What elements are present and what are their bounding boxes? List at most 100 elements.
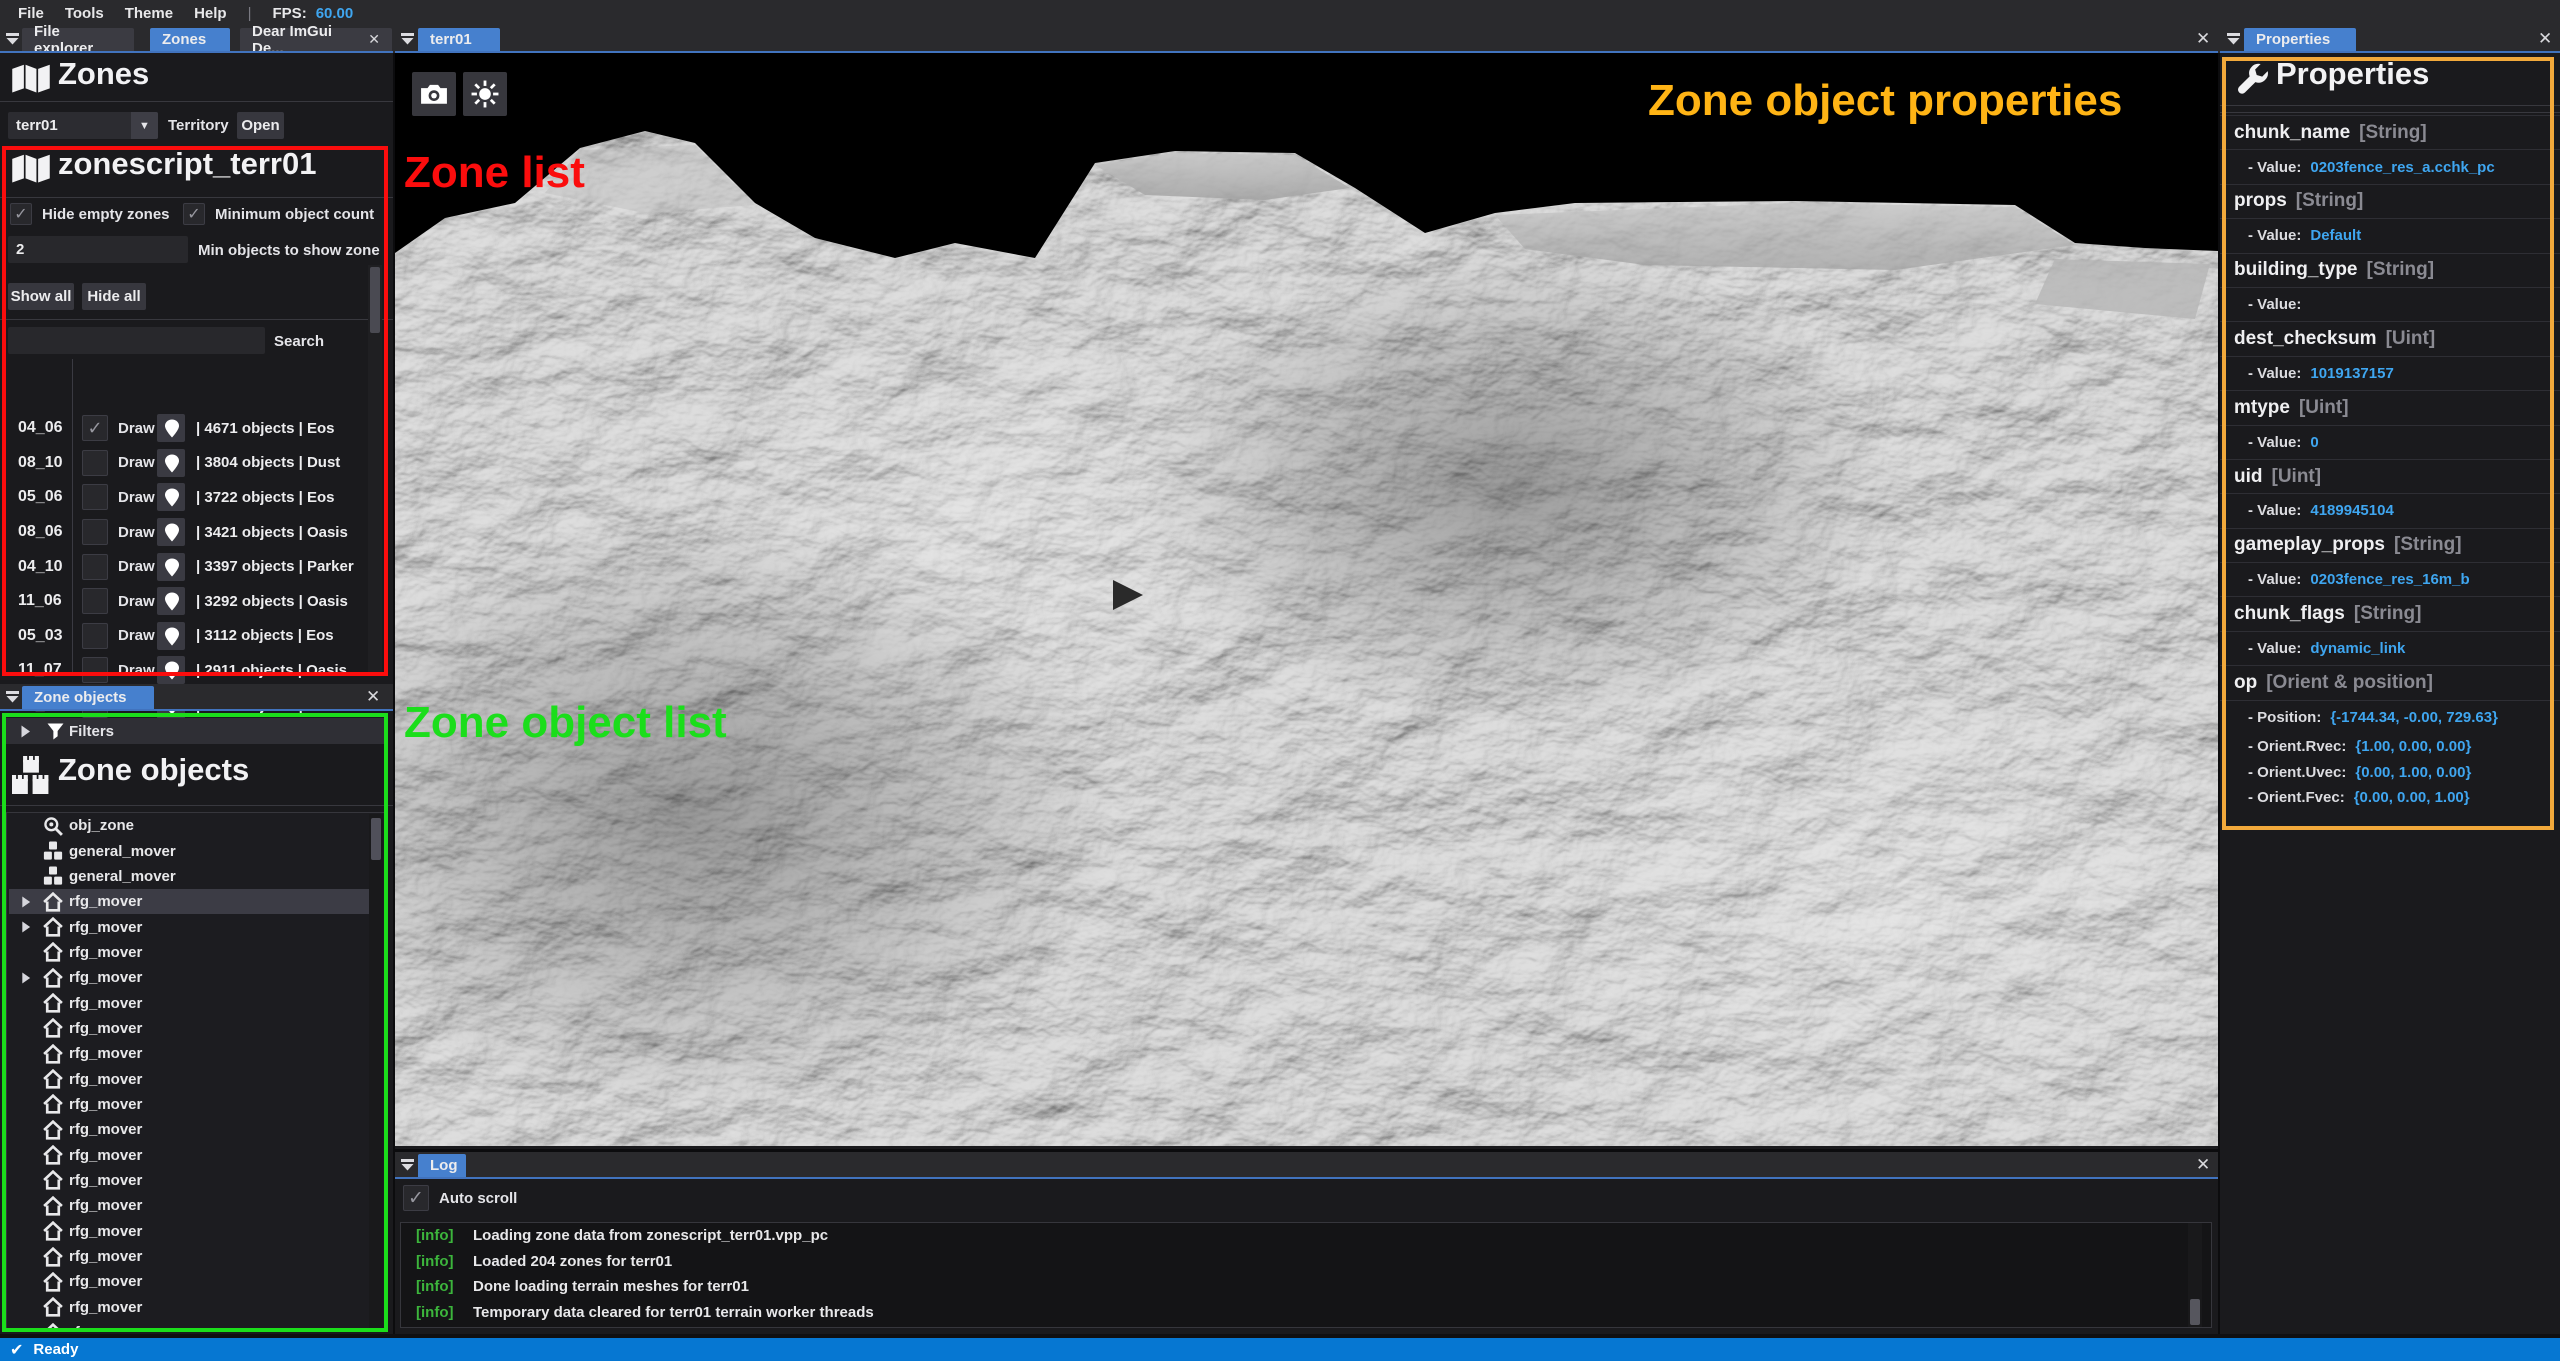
tab-file-explorer[interactable]: File explorer xyxy=(22,28,134,51)
property-name-row[interactable]: gameplay_props[String] xyxy=(2220,528,2560,562)
tab-terr01[interactable]: terr01 xyxy=(418,28,500,51)
tab-dear-imgui-demo[interactable]: Dear ImGui De... ✕ xyxy=(240,28,392,51)
zone-object-row[interactable]: rfg_mover xyxy=(7,1066,386,1091)
property-value-row[interactable]: - Orient.Uvec:{0.00, 1.00, 0.00} xyxy=(2220,759,2560,784)
property-value-row[interactable]: - Value:0 xyxy=(2220,425,2560,459)
close-icon[interactable]: ✕ xyxy=(366,688,380,706)
scrollbar-thumb[interactable] xyxy=(371,818,381,860)
zone-table-row[interactable]: 04_10Draw| 3397 objects | Parker xyxy=(0,549,362,584)
menu-tools[interactable]: Tools xyxy=(65,5,104,22)
menu-file[interactable]: File xyxy=(18,5,44,22)
scrollbar-thumb[interactable] xyxy=(370,267,380,333)
show-all-button[interactable]: Show all xyxy=(8,283,74,310)
property-value-row[interactable]: - Position:{-1744.34, -0.00, 729.63} xyxy=(2220,700,2560,734)
tab-zone-objects[interactable]: Zone objects xyxy=(22,686,154,709)
collapse-menu-icon[interactable] xyxy=(400,31,415,46)
zone-object-row[interactable]: rfg_mover xyxy=(7,889,386,914)
zone-object-row[interactable]: rfg_mover xyxy=(7,1168,386,1193)
property-name-row[interactable]: uid[Uint] xyxy=(2220,459,2560,493)
zone-draw-checkbox[interactable] xyxy=(82,554,108,580)
zone-draw-checkbox[interactable]: ✓ xyxy=(82,415,108,441)
zone-pin-button[interactable] xyxy=(157,483,185,511)
zone-object-row[interactable]: general_mover xyxy=(7,864,386,889)
zone-object-row[interactable]: rfg_mover xyxy=(7,1041,386,1066)
zone-table-row[interactable]: 08_06Draw| 3421 objects | Oasis xyxy=(0,515,362,550)
zone-object-row[interactable]: general_mover xyxy=(7,838,386,863)
menu-theme[interactable]: Theme xyxy=(125,5,173,22)
zone-object-row[interactable]: rfg_mover xyxy=(7,990,386,1015)
zone-pin-button[interactable] xyxy=(157,518,185,546)
tab-log[interactable]: Log xyxy=(418,1154,466,1177)
zone-table-row[interactable]: 11_07Draw| 2911 objects | Oasis xyxy=(0,653,362,688)
close-icon[interactable]: ✕ xyxy=(368,31,380,48)
chevron-right-icon[interactable] xyxy=(20,725,31,738)
zone-pin-button[interactable] xyxy=(157,587,185,615)
terrain-viewport[interactable] xyxy=(395,53,2218,1146)
collapse-menu-icon[interactable] xyxy=(5,31,20,46)
zone-table-row[interactable]: 05_06Draw| 3722 objects | Eos xyxy=(0,480,362,515)
zone-object-row[interactable]: rfg_mover xyxy=(7,1295,386,1320)
zone-pin-button[interactable] xyxy=(157,622,185,650)
menu-help[interactable]: Help xyxy=(194,5,227,22)
zone-object-row[interactable]: rfg_mover xyxy=(7,965,386,990)
zone-object-row[interactable]: rfg_mover xyxy=(7,1320,386,1330)
zone-pin-button[interactable] xyxy=(157,449,185,477)
property-value-row[interactable]: - Orient.Rvec:{1.00, 0.00, 0.00} xyxy=(2220,734,2560,759)
scrollbar-thumb[interactable] xyxy=(2190,1299,2200,1325)
zone-object-row[interactable]: rfg_mover xyxy=(7,1092,386,1117)
chevron-right-icon[interactable] xyxy=(21,921,33,933)
zone-table-row[interactable]: 05_03Draw| 3112 objects | Eos xyxy=(0,619,362,654)
zone-object-row[interactable]: rfg_mover xyxy=(7,1142,386,1167)
filters-header[interactable]: Filters xyxy=(6,718,386,744)
zone-object-row[interactable]: rfg_mover xyxy=(7,1193,386,1218)
collapse-menu-icon[interactable] xyxy=(2226,31,2241,46)
close-icon[interactable]: ✕ xyxy=(2538,30,2552,48)
collapse-menu-icon[interactable] xyxy=(5,689,20,704)
zone-pin-button[interactable] xyxy=(157,414,185,442)
property-value-row[interactable]: - Value:Default xyxy=(2220,218,2560,252)
zone-object-row[interactable]: rfg_mover xyxy=(7,1016,386,1041)
scene-settings-button[interactable] xyxy=(463,72,507,116)
auto-scroll-checkbox[interactable]: ✓ xyxy=(403,1185,429,1211)
property-name-row[interactable]: building_type[String] xyxy=(2220,253,2560,287)
zone-table-row[interactable]: 11_06Draw| 3292 objects | Oasis xyxy=(0,584,362,619)
zone-object-row[interactable]: rfg_mover xyxy=(7,940,386,965)
property-name-row[interactable]: chunk_flags[String] xyxy=(2220,596,2560,630)
zone-object-row[interactable]: rfg_mover xyxy=(7,1269,386,1294)
zone-object-row[interactable]: rfg_mover xyxy=(7,1117,386,1142)
hide-empty-zones-checkbox[interactable]: ✓ xyxy=(10,203,32,225)
close-icon[interactable]: ✕ xyxy=(2196,30,2210,48)
log-scrollbar[interactable] xyxy=(2188,1223,2202,1327)
zone-draw-checkbox[interactable] xyxy=(82,484,108,510)
search-input[interactable] xyxy=(8,327,265,354)
property-value-row[interactable]: - Orient.Fvec:{0.00, 0.00, 1.00} xyxy=(2220,785,2560,810)
property-name-row[interactable]: props[String] xyxy=(2220,184,2560,218)
zone-object-row[interactable]: rfg_mover xyxy=(7,1244,386,1269)
min-objects-input[interactable] xyxy=(8,236,188,263)
open-territory-button[interactable]: Open xyxy=(237,112,284,139)
zone-object-row[interactable]: rfg_mover xyxy=(7,1219,386,1244)
zone-object-row[interactable]: obj_zone xyxy=(7,813,386,838)
property-name-row[interactable]: chunk_name[String] xyxy=(2220,115,2560,149)
property-value-row[interactable]: - Value:dynamic_link xyxy=(2220,631,2560,665)
tab-zones[interactable]: Zones xyxy=(150,28,230,51)
zone-object-row[interactable]: rfg_mover xyxy=(7,914,386,939)
chevron-right-icon[interactable] xyxy=(21,896,33,908)
property-value-row[interactable]: - Value:1019137157 xyxy=(2220,356,2560,390)
zone-draw-checkbox[interactable] xyxy=(82,623,108,649)
property-name-row[interactable]: mtype[Uint] xyxy=(2220,390,2560,424)
chevron-down-icon[interactable]: ▼ xyxy=(131,112,158,139)
property-value-row[interactable]: - Value:0203fence_res_a.cchk_pc xyxy=(2220,149,2560,183)
zone-draw-checkbox[interactable] xyxy=(82,450,108,476)
zone-table-row[interactable]: 08_10Draw| 3804 objects | Dust xyxy=(0,446,362,481)
property-value-row[interactable]: - Value:4189945104 xyxy=(2220,493,2560,527)
territory-combo[interactable]: terr01 ▼ xyxy=(8,112,158,139)
zone-pin-button[interactable] xyxy=(157,553,185,581)
property-value-row[interactable]: - Value: xyxy=(2220,287,2560,321)
chevron-right-icon[interactable] xyxy=(21,972,33,984)
property-name-row[interactable]: op[Orient & position] xyxy=(2220,665,2560,699)
zone-list-scrollbar[interactable] xyxy=(368,265,382,676)
zone-draw-checkbox[interactable] xyxy=(82,588,108,614)
minimum-object-count-checkbox[interactable]: ✓ xyxy=(183,203,205,225)
screenshot-button[interactable] xyxy=(412,72,456,116)
